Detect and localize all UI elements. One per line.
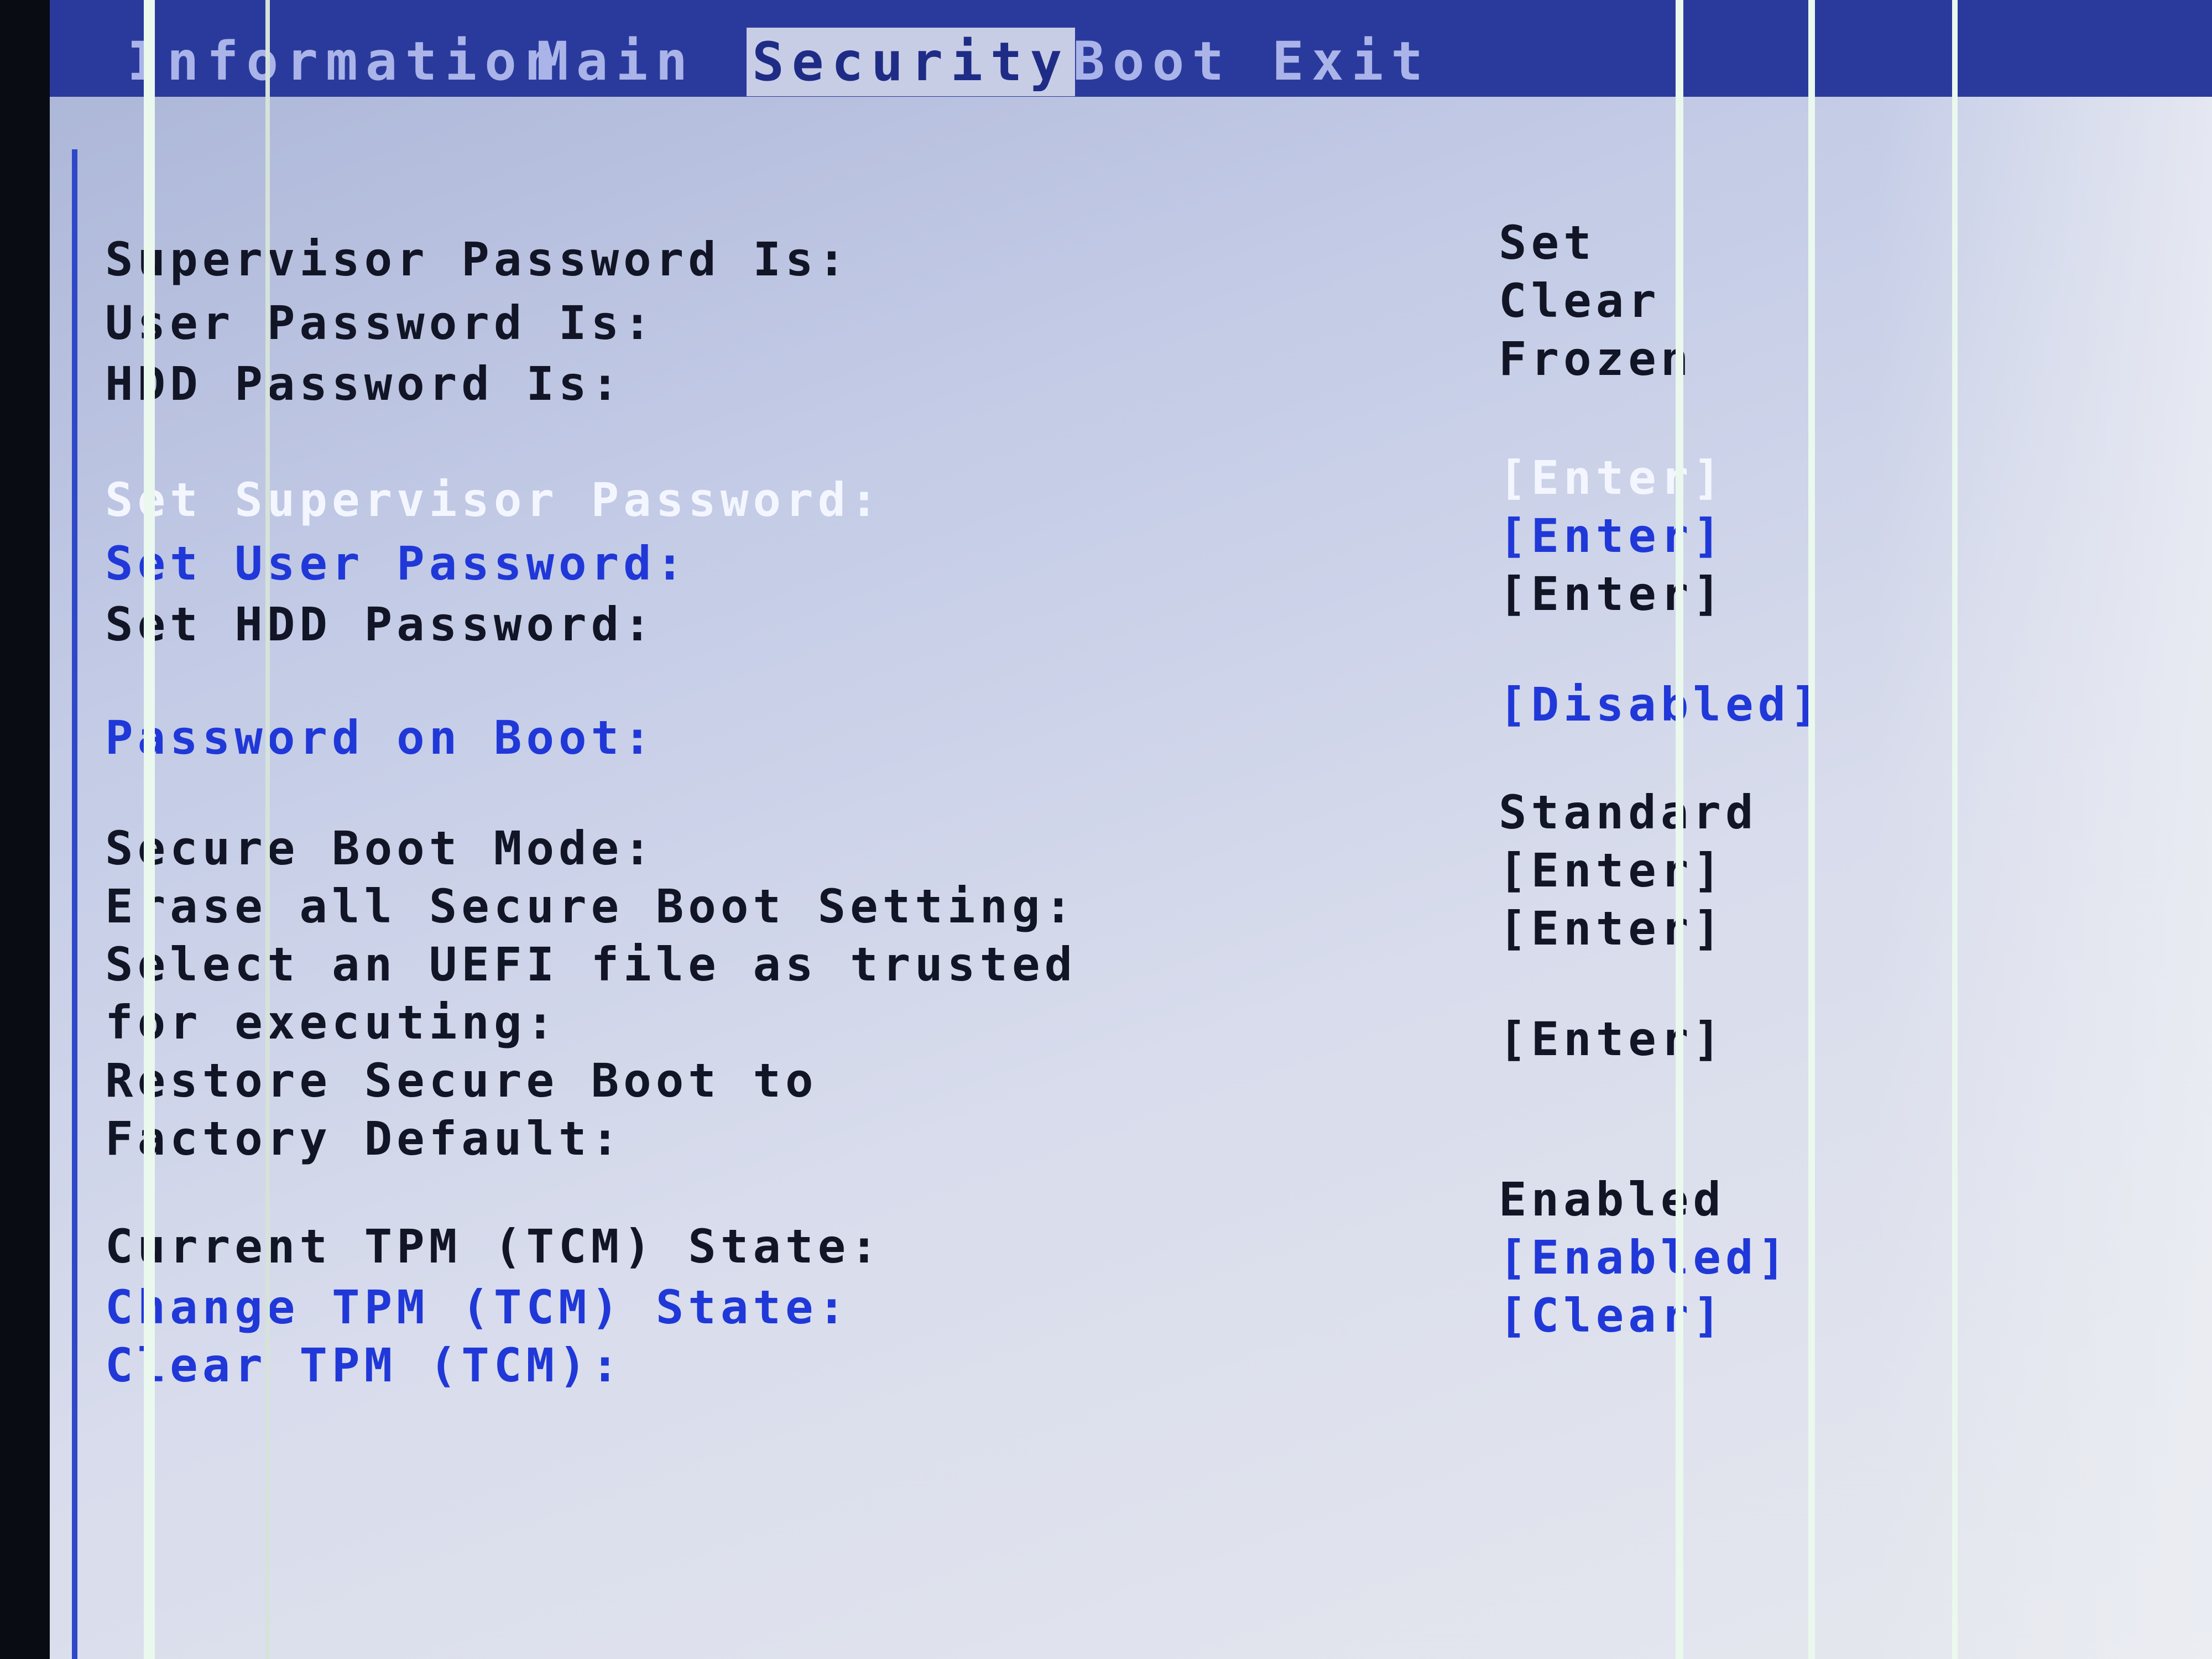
- set-user-password-label[interactable]: Set User Password:: [105, 536, 688, 591]
- clear-tpm-value[interactable]: [Clear]: [1499, 1288, 1725, 1343]
- change-tpm-state-label[interactable]: Change TPM (TCM) State:: [105, 1280, 850, 1334]
- display-artifact-line: [144, 0, 155, 1659]
- screen-glare: [1875, 97, 2212, 1659]
- erase-secure-boot-value[interactable]: [Enter]: [1499, 843, 1725, 898]
- hdd-password-status-value: Frozen: [1499, 332, 1693, 386]
- set-supervisor-password-label[interactable]: Set Supervisor Password:: [105, 473, 883, 527]
- user-password-status-label: User Password Is:: [105, 296, 656, 350]
- supervisor-password-status-value: Set: [1499, 216, 1596, 270]
- select-uefi-file-value[interactable]: [Enter]: [1499, 901, 1725, 956]
- clear-tpm-label[interactable]: Clear TPM (TCM):: [105, 1338, 623, 1392]
- hdd-password-status-label: HDD Password Is:: [105, 357, 624, 411]
- restore-secure-boot-label[interactable]: Restore Secure Boot to: [105, 1053, 818, 1108]
- display-artifact-line: [265, 0, 270, 1659]
- select-uefi-file-label[interactable]: Select an UEFI file as trusted: [105, 937, 1077, 992]
- current-tpm-state-value: Enabled: [1499, 1172, 1726, 1227]
- supervisor-password-status-label: Supervisor Password Is:: [105, 232, 851, 286]
- security-panel: Supervisor Password Is: Set User Passwor…: [72, 149, 1847, 1659]
- set-hdd-password-label[interactable]: Set HDD Password:: [105, 597, 656, 651]
- secure-boot-mode-value: Standard: [1499, 785, 1758, 839]
- tab-exit[interactable]: Exit: [1272, 30, 1431, 92]
- set-hdd-password-value[interactable]: [Enter]: [1499, 567, 1725, 621]
- current-tpm-state-label: Current TPM (TCM) State:: [105, 1219, 883, 1274]
- change-tpm-state-value[interactable]: [Enabled]: [1499, 1230, 1790, 1285]
- bios-screen: Information Main Security Boot Exit Supe…: [50, 0, 2212, 1659]
- set-supervisor-password-value[interactable]: [Enter]: [1499, 451, 1725, 505]
- password-on-boot-label[interactable]: Password on Boot:: [105, 711, 656, 765]
- display-artifact-line: [1676, 0, 1683, 1659]
- restore-secure-boot-value[interactable]: [Enter]: [1499, 1012, 1725, 1066]
- restore-secure-boot-label-line2[interactable]: Factory Default:: [105, 1112, 623, 1166]
- display-artifact-line: [1808, 0, 1815, 1659]
- erase-secure-boot-label[interactable]: Erase all Secure Boot Setting:: [105, 879, 1077, 933]
- display-artifact-line: [1952, 0, 1958, 1659]
- password-on-boot-value[interactable]: [Disabled]: [1499, 677, 1823, 732]
- secure-boot-mode-label: Secure Boot Mode:: [105, 821, 656, 875]
- tab-security[interactable]: Security: [747, 28, 1076, 96]
- tab-information[interactable]: Information: [127, 30, 564, 92]
- set-user-password-value[interactable]: [Enter]: [1499, 509, 1725, 563]
- user-password-status-value: Clear: [1499, 274, 1661, 328]
- tab-main[interactable]: Main: [536, 30, 695, 92]
- select-uefi-file-label-line2[interactable]: for executing:: [105, 995, 559, 1050]
- menu-bar: Information Main Security Boot Exit: [50, 0, 2212, 97]
- tab-boot[interactable]: Boot: [1073, 30, 1232, 92]
